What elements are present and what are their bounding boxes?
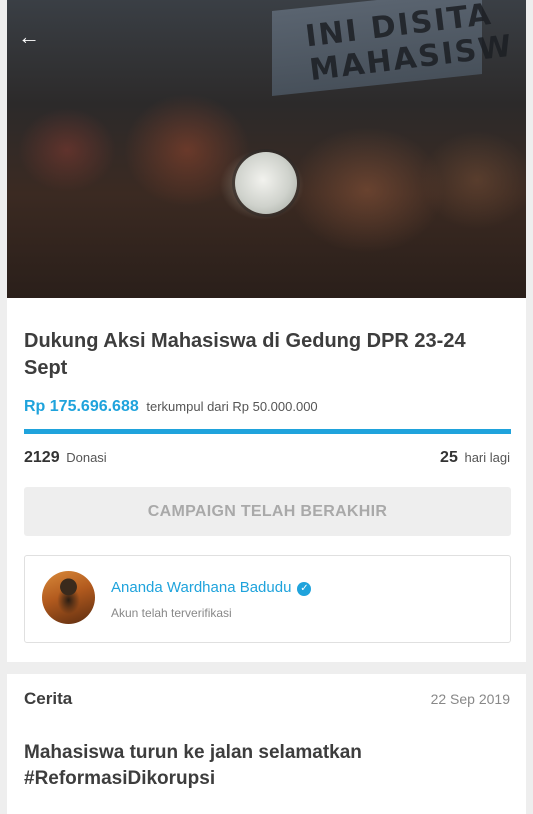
- days-label: hari lagi: [464, 450, 510, 465]
- days-count: 25: [440, 449, 458, 466]
- organizer-name-row[interactable]: Ananda Wardhana Badudu ✓: [111, 579, 312, 596]
- organizer-status: Akun telah terverifikasi: [111, 606, 232, 620]
- back-button[interactable]: ←: [14, 24, 44, 50]
- progress-bar: [24, 429, 511, 434]
- amount-collected: Rp 175.696.688: [24, 398, 139, 415]
- story-section: Cerita 22 Sep 2019 Mahasiswa turun ke ja…: [7, 674, 526, 814]
- days-stat: 25 hari lagi: [440, 449, 510, 467]
- progress-fill: [24, 429, 511, 434]
- organizer-name[interactable]: Ananda Wardhana Badudu: [111, 579, 291, 596]
- megaphone-graphic: [235, 152, 297, 214]
- organizer-card[interactable]: Ananda Wardhana Badudu ✓ Akun telah terve…: [24, 555, 511, 643]
- campaign-summary-card: Dukung Aksi Mahasiswa di Gedung DPR 23-2…: [7, 298, 526, 662]
- story-title: Mahasiswa turun ke jalan selamatkan #Ref…: [24, 742, 362, 789]
- story-heading: Cerita: [24, 689, 73, 708]
- campaign-hero-image: INI DISITA MAHASISW: [7, 0, 526, 298]
- donation-count: 2129: [24, 449, 60, 466]
- campaign-ended-button[interactable]: CAMPAIGN TELAH BERAKHIR: [24, 487, 511, 536]
- donation-label: Donasi: [66, 450, 107, 465]
- story-date: 22 Sep 2019: [430, 691, 510, 707]
- funding-line: Rp 175.696.688 terkumpul dari Rp 50.000.…: [24, 398, 318, 416]
- donation-stat: 2129 Donasi: [24, 449, 107, 467]
- avatar[interactable]: [42, 571, 95, 624]
- arrow-left-icon: ←: [18, 24, 40, 49]
- campaign-title: Dukung Aksi Mahasiswa di Gedung DPR 23-2…: [24, 330, 466, 379]
- target-text: terkumpul dari Rp 50.000.000: [146, 399, 318, 414]
- verified-check-icon: ✓: [297, 582, 312, 596]
